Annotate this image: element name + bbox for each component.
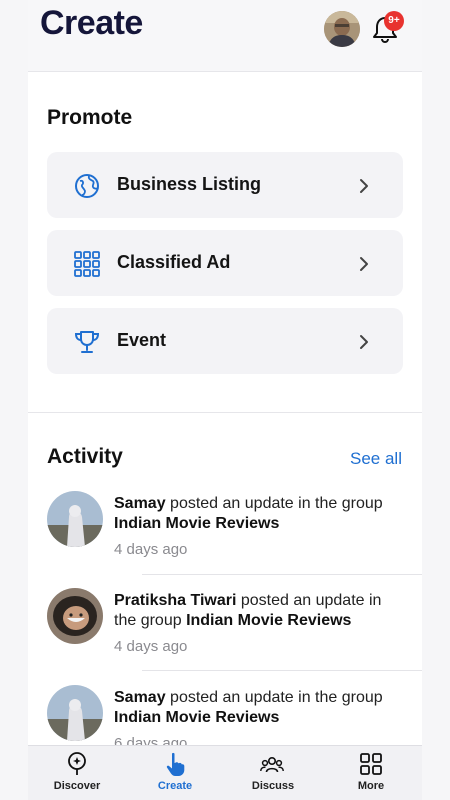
compass-icon — [68, 752, 86, 775]
nav-label: Discover — [53, 780, 101, 792]
trophy-icon — [74, 331, 100, 353]
nav-label: More — [357, 780, 385, 792]
globe-icon — [75, 174, 99, 198]
notification-badge: 9+ — [384, 11, 404, 31]
activity-title: Activity — [47, 445, 123, 468]
grid-icon — [74, 251, 100, 277]
activity-separator — [142, 670, 422, 671]
activity-group[interactable]: Indian Movie Reviews — [186, 612, 351, 629]
app-screen: Create 9+ Promote Business Listing Class… — [28, 0, 422, 800]
section-divider — [28, 412, 422, 413]
nav-discover[interactable]: Discover — [28, 746, 126, 800]
avatar — [47, 588, 103, 644]
event-label: Event — [117, 330, 167, 350]
nav-more[interactable]: More — [322, 746, 420, 800]
avatar — [47, 685, 103, 741]
activity-user[interactable]: Samay — [114, 689, 166, 706]
chevron-right-icon — [360, 257, 368, 271]
app-header: Create 9+ — [28, 0, 422, 72]
apps-grid-icon — [360, 753, 382, 775]
tap-hand-icon — [166, 752, 185, 776]
activity-action: posted an update in the group — [165, 689, 383, 706]
promote-title: Promote — [47, 106, 133, 129]
activity-group[interactable]: Indian Movie Reviews — [114, 709, 279, 726]
classified-ad-card[interactable]: Classified Ad — [47, 230, 403, 296]
activity-time: 4 days ago — [114, 638, 188, 655]
nav-create[interactable]: Create — [126, 746, 224, 800]
nav-discuss[interactable]: Discuss — [224, 746, 322, 800]
activity-time: 4 days ago — [114, 541, 188, 558]
nav-label: Create — [157, 780, 193, 792]
activity-group[interactable]: Indian Movie Reviews — [114, 515, 279, 532]
page-title: Create — [40, 4, 143, 42]
bottom-nav: Discover Create Discuss More — [28, 745, 422, 800]
activity-separator — [142, 574, 422, 575]
profile-avatar[interactable] — [324, 11, 360, 47]
activity-text: Pratiksha Tiwari posted an update in the… — [114, 591, 404, 631]
see-all-link[interactable]: See all — [350, 449, 402, 469]
classified-ad-label: Classified Ad — [117, 252, 231, 272]
chevron-right-icon — [360, 335, 368, 349]
event-card[interactable]: Event — [47, 308, 403, 374]
chevron-right-icon — [360, 179, 368, 193]
people-icon — [260, 757, 284, 773]
nav-label: Discuss — [251, 780, 295, 792]
avatar — [47, 491, 103, 547]
activity-user[interactable]: Pratiksha Tiwari — [114, 592, 236, 609]
business-listing-card[interactable]: Business Listing — [47, 152, 403, 218]
activity-text: Samay posted an update in the group Indi… — [114, 688, 404, 728]
activity-action: posted an update in the group — [165, 495, 383, 512]
activity-text: Samay posted an update in the group Indi… — [114, 494, 404, 534]
activity-user[interactable]: Samay — [114, 495, 166, 512]
business-listing-label: Business Listing — [117, 174, 262, 194]
